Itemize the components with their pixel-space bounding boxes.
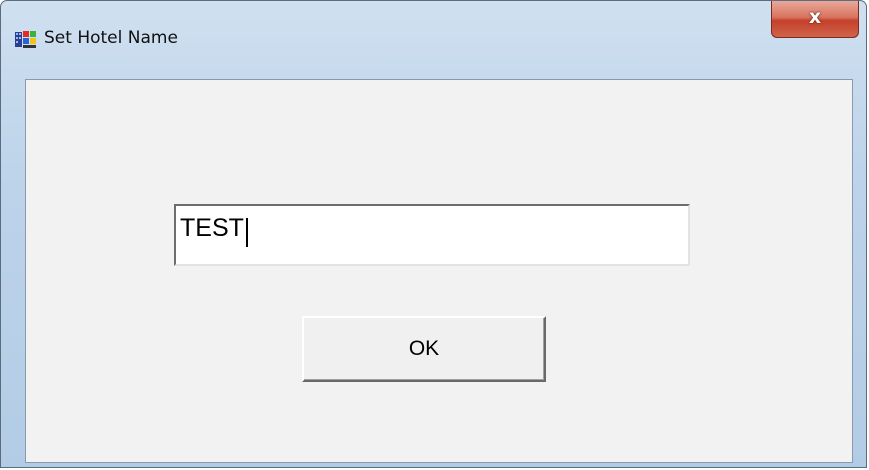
ok-button-label: OK bbox=[408, 337, 440, 360]
dialog-window: Set Hotel Name x TEST OK bbox=[0, 0, 867, 468]
dialog-client-area: TEST OK bbox=[25, 79, 853, 463]
text-caret bbox=[246, 218, 248, 247]
close-icon: x bbox=[808, 6, 822, 28]
application-icon bbox=[15, 29, 37, 51]
window-title: Set Hotel Name bbox=[44, 28, 178, 48]
ok-button[interactable]: OK bbox=[302, 316, 546, 382]
hotel-name-value: TEST bbox=[180, 214, 244, 242]
close-button[interactable]: x bbox=[771, 1, 859, 38]
title-bar[interactable]: Set Hotel Name x bbox=[1, 1, 866, 79]
hotel-name-input[interactable]: TEST bbox=[174, 204, 690, 266]
